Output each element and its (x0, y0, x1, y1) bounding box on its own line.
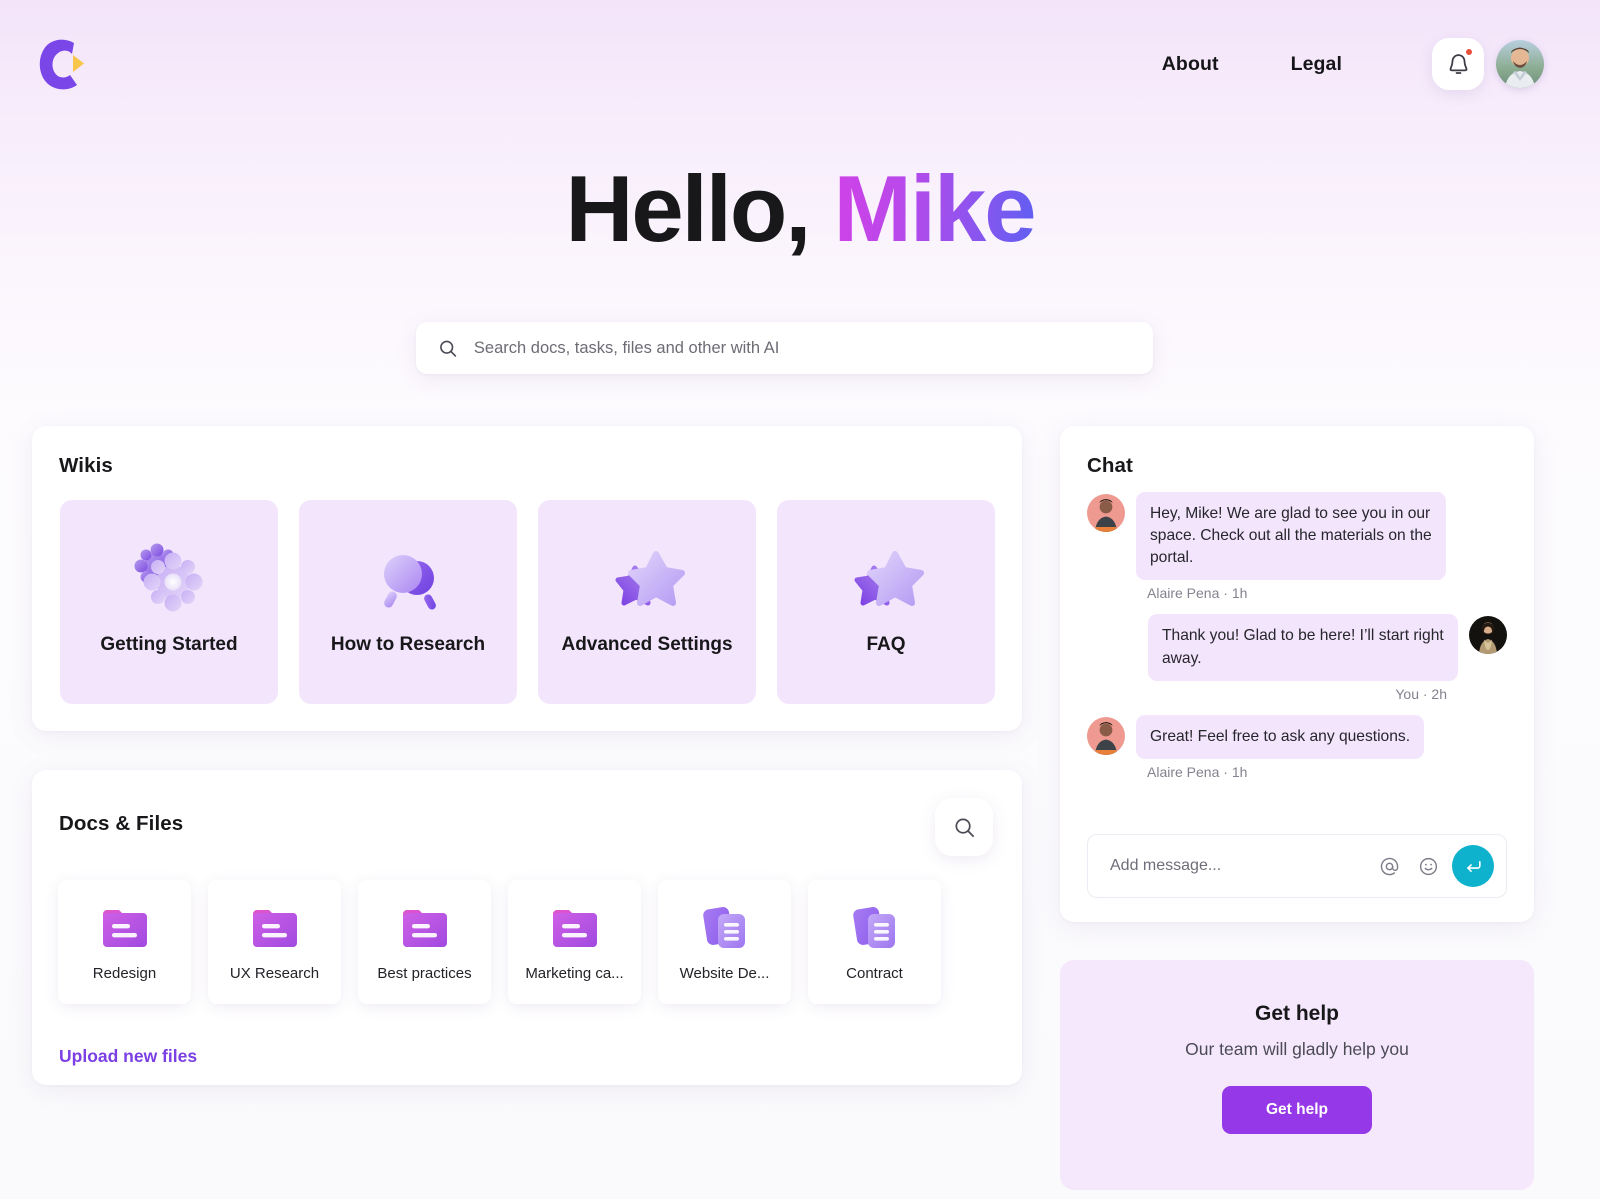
user-avatar[interactable] (1496, 40, 1544, 88)
global-search[interactable] (416, 322, 1153, 374)
chat-message-input[interactable] (1110, 857, 1374, 875)
app-page: About Legal Hello, Mike Search docs, tas… (0, 0, 1600, 1199)
file-card-marketing-campaign[interactable]: Marketing ca... (508, 880, 641, 1004)
get-help-title: Get help (1254, 1002, 1339, 1025)
chat-title: Chat (1087, 454, 1133, 477)
folder-icon (252, 910, 297, 947)
file-card-ux-research[interactable]: UX Research (208, 880, 341, 1004)
bell-icon (1449, 53, 1467, 74)
chat-bubble: Great! Feel free to ask any questions. (1136, 714, 1425, 759)
get-help-button[interactable]: Get help (1221, 1086, 1372, 1134)
file-card-label: UX Research (229, 965, 320, 982)
chat-avatar-you (1469, 616, 1507, 655)
chat-composer[interactable] (1087, 834, 1507, 898)
send-message-button[interactable] (1452, 845, 1494, 887)
docs-files-panel: Docs & Files Redesign UX Research Best p… (32, 770, 1022, 1085)
chat-avatar-alaire (1087, 494, 1125, 532)
wiki-card-getting-started[interactable]: Getting Started (60, 500, 278, 704)
stars-icon (615, 551, 685, 606)
search-input[interactable] (473, 338, 1131, 358)
page-title: Hello, Mike (0, 159, 1600, 259)
file-card-contract[interactable]: Contract (808, 880, 941, 1004)
wiki-card-label: Advanced Settings (561, 634, 733, 655)
file-card-label: Website De... (679, 965, 770, 982)
file-card-website-design[interactable]: Website De... (658, 880, 791, 1004)
wikis-title: Wikis (59, 454, 113, 477)
chat-message: Hey, Mike! We are glad to see you in our… (1087, 492, 1507, 581)
file-card-label: Redesign (92, 965, 157, 982)
smiley-icon[interactable] (1413, 851, 1443, 881)
file-card-label: Contract (846, 965, 903, 982)
chat-bubble: Thank you! Glad to be here! I’ll start r… (1148, 614, 1458, 681)
notifications-button[interactable] (1432, 38, 1484, 90)
chat-message: Great! Feel free to ask any questions. (1087, 714, 1507, 759)
file-card-redesign[interactable]: Redesign (58, 880, 191, 1004)
chat-bubble: Hey, Mike! We are glad to see you in our… (1136, 492, 1446, 581)
folder-icon (102, 910, 147, 947)
get-help-subtitle: Our team will gladly help you (1185, 1039, 1409, 1059)
nav-link-legal[interactable]: Legal (1255, 53, 1378, 76)
get-help-card: Get help Our team will gladly help you G… (1060, 960, 1534, 1190)
files-list: Redesign UX Research Best practices Mark… (58, 880, 941, 1004)
hero-greeting: Hello, Mike (0, 159, 1600, 259)
magnifiers-icon (384, 555, 436, 610)
enter-arrow-icon (1466, 860, 1481, 872)
wiki-card-label: Getting Started (100, 634, 238, 655)
docs-search-button[interactable] (935, 798, 993, 856)
wikis-list: Getting Started How to Research Advanced… (60, 500, 995, 704)
chat-message-meta: Alaire Pena · 1h (1147, 585, 1248, 602)
folder-icon (552, 910, 597, 947)
stars-icon (854, 551, 924, 606)
main-nav: About Legal (1126, 38, 1544, 90)
search-icon (954, 817, 974, 837)
file-card-label: Marketing ca... (525, 965, 624, 982)
gears-icon (134, 543, 203, 612)
documents-icon (702, 907, 745, 948)
greeting-text: Hello, (565, 156, 811, 261)
notification-badge (1466, 49, 1472, 55)
chat-panel: Chat Hey, Mike! We are glad to see you i… (1060, 426, 1534, 922)
wiki-card-faq[interactable]: FAQ (777, 500, 995, 704)
upload-new-files-link[interactable]: Upload new files (59, 1046, 197, 1067)
chat-message: Thank you! Glad to be here! I’ll start r… (1087, 614, 1507, 681)
wikis-panel: Wikis Getting Started How to Research Ad… (32, 426, 1022, 731)
search-icon (440, 340, 457, 357)
chat-message-meta: You · 2h (1395, 685, 1447, 702)
file-card-label: Best practices (377, 965, 472, 982)
docs-files-title: Docs & Files (59, 812, 184, 835)
brand-logo-c-icon[interactable] (36, 36, 90, 92)
greeting-username: Mike (833, 156, 1037, 261)
wiki-card-how-to-research[interactable]: How to Research (299, 500, 517, 704)
wiki-card-label: How to Research (330, 634, 486, 655)
at-mention-icon[interactable] (1374, 851, 1404, 881)
file-card-best-practices[interactable]: Best practices (358, 880, 491, 1004)
chat-avatar-alaire (1087, 716, 1125, 755)
folder-icon (402, 910, 447, 947)
wiki-card-advanced-settings[interactable]: Advanced Settings (538, 500, 756, 704)
wiki-card-label: FAQ (866, 634, 906, 655)
nav-link-about[interactable]: About (1126, 53, 1255, 76)
chat-message-meta: Alaire Pena · 1h (1147, 763, 1248, 780)
chat-messages: Hey, Mike! We are glad to see you in our… (1060, 492, 1534, 793)
documents-icon (852, 907, 895, 948)
top-header: About Legal (0, 0, 1600, 128)
